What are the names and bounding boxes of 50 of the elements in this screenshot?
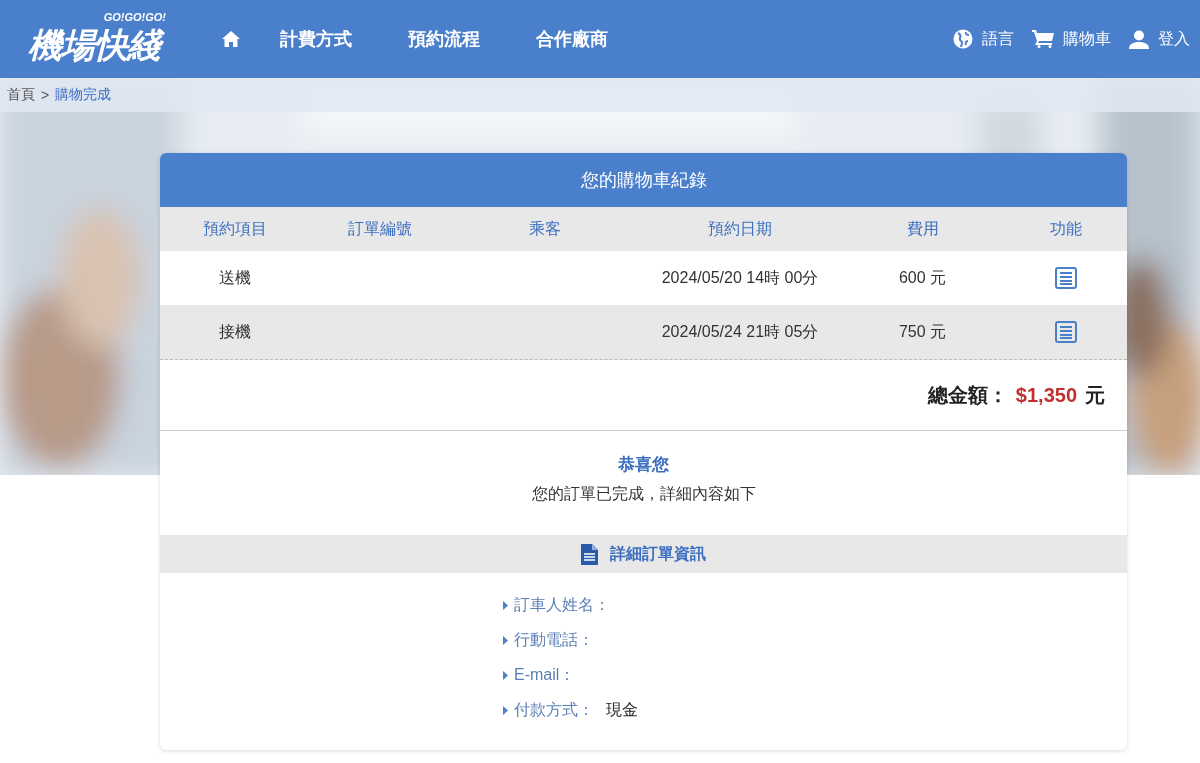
field-value: 現金 bbox=[606, 700, 638, 720]
bullet-icon bbox=[503, 671, 508, 680]
home-icon bbox=[222, 31, 240, 47]
column-header: 乘客 bbox=[528, 218, 562, 239]
nav-link[interactable]: 計費方式 bbox=[280, 27, 352, 51]
nav-label: 語言 bbox=[982, 28, 1014, 49]
breadcrumb-separator: > bbox=[41, 87, 50, 103]
table-cell-text: 接機 bbox=[219, 321, 251, 342]
total-label: 總金額： bbox=[927, 382, 1008, 408]
home-link[interactable] bbox=[222, 31, 240, 47]
field-label: 行動電話： bbox=[514, 630, 594, 650]
language-link[interactable]: 語言 bbox=[953, 28, 1014, 50]
table-cell-text: 2024/05/20 14時 00分 bbox=[661, 267, 819, 288]
nav-link[interactable]: 預約流程 bbox=[408, 27, 480, 51]
field-label: 付款方式： bbox=[514, 700, 594, 720]
user-icon bbox=[1129, 29, 1149, 49]
nav-label: 登入 bbox=[1158, 28, 1190, 49]
column-header: 預約日期 bbox=[707, 218, 773, 239]
table-cell-text: 2024/05/24 21時 05分 bbox=[661, 321, 819, 342]
table-cell-text: 600 元 bbox=[898, 267, 947, 288]
table-cell-text: 送機 bbox=[219, 267, 251, 288]
globe-icon bbox=[953, 29, 973, 49]
total-unit: 元 bbox=[1085, 382, 1105, 408]
message-title: 恭喜您 bbox=[618, 454, 669, 476]
message-text: 您的訂單已完成，詳細內容如下 bbox=[531, 484, 756, 504]
cart-icon bbox=[1032, 30, 1054, 48]
document-icon bbox=[581, 543, 598, 565]
logo-text[interactable]: 機場快綫 bbox=[26, 23, 166, 67]
logo-tagline: GO!GO!GO! bbox=[103, 11, 166, 23]
bullet-icon bbox=[503, 601, 508, 610]
details-title: 詳細訂單資訊 bbox=[610, 543, 706, 564]
nav-link[interactable]: 合作廠商 bbox=[536, 27, 608, 51]
column-header: 訂單編號 bbox=[347, 218, 413, 239]
field-label: 訂車人姓名： bbox=[514, 595, 610, 615]
nav-label: 購物車 bbox=[1063, 28, 1111, 49]
breadcrumb-link[interactable]: 首頁 bbox=[7, 86, 35, 104]
column-header: 預約項目 bbox=[202, 218, 268, 239]
total-amount: $1,350 bbox=[1015, 383, 1077, 407]
table-cell-text: 750 元 bbox=[898, 321, 947, 342]
cart-link[interactable]: 購物車 bbox=[1032, 28, 1111, 50]
list-icon[interactable] bbox=[1055, 267, 1077, 289]
bullet-icon bbox=[503, 706, 508, 715]
list-icon[interactable] bbox=[1055, 321, 1077, 343]
login-link[interactable]: 登入 bbox=[1129, 28, 1190, 50]
column-header: 功能 bbox=[1049, 218, 1083, 239]
card-title: 您的購物車紀錄 bbox=[160, 153, 1127, 207]
column-header: 費用 bbox=[905, 218, 940, 239]
bullet-icon bbox=[503, 636, 508, 645]
breadcrumb-link[interactable]: 購物完成 bbox=[55, 86, 112, 104]
field-label: E-mail： bbox=[514, 665, 576, 685]
